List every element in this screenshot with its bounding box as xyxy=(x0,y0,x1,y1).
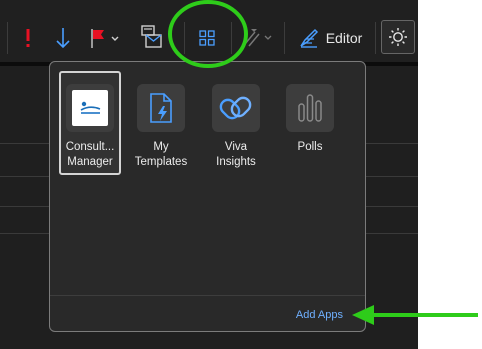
app-tile-my-templates[interactable]: My Templates xyxy=(130,71,192,175)
message-list-divider xyxy=(0,233,50,234)
message-list-divider xyxy=(366,206,418,207)
message-list-divider xyxy=(366,233,418,234)
flyout-divider xyxy=(50,295,365,296)
toolbar-separator xyxy=(284,22,285,54)
arrow-annotation xyxy=(352,305,478,325)
templates-icon xyxy=(137,84,185,132)
exclamation-icon xyxy=(26,29,30,47)
editor-pen-icon xyxy=(300,28,318,48)
send-to-onenote-button[interactable] xyxy=(138,22,164,52)
viva-insights-icon xyxy=(212,84,260,132)
app-tile-consultant-manager[interactable]: Consult... Manager xyxy=(59,71,121,175)
mail-tray-icon xyxy=(141,25,162,48)
consultant-manager-logo-icon xyxy=(66,84,114,132)
message-list-divider xyxy=(0,206,50,207)
app-label: Consult... Manager xyxy=(65,141,115,168)
toolbar-separator xyxy=(375,22,376,54)
highlight-circle-annotation xyxy=(168,0,248,68)
app-label: Polls xyxy=(297,141,323,153)
flag-button[interactable] xyxy=(86,24,122,52)
app-tile-viva-insights[interactable]: Viva Insights xyxy=(205,71,267,175)
toolbar-separator xyxy=(7,22,8,54)
chevron-down-icon xyxy=(111,36,119,41)
chevron-down-icon xyxy=(264,35,272,40)
down-arrow-icon xyxy=(56,28,70,49)
message-list-divider xyxy=(0,143,50,144)
apps-flyout: Consult... Manager My Templates Viva Ins… xyxy=(49,61,366,332)
message-list-divider xyxy=(366,176,418,177)
app-label: Viva Insights xyxy=(216,141,256,168)
editor-button[interactable]: Editor xyxy=(292,24,368,52)
message-list-divider xyxy=(0,176,50,177)
theme-toggle-button[interactable] xyxy=(381,20,415,54)
app-tile-polls[interactable]: Polls xyxy=(279,71,341,175)
editor-label: Editor xyxy=(325,30,363,46)
importance-high-button[interactable] xyxy=(16,24,40,52)
flag-icon xyxy=(91,29,119,48)
message-list-divider xyxy=(366,143,418,144)
sun-icon xyxy=(389,28,407,46)
polls-icon xyxy=(286,84,334,132)
importance-low-button[interactable] xyxy=(51,24,75,52)
app-label: My Templates xyxy=(134,141,188,168)
add-apps-link[interactable]: Add Apps xyxy=(296,309,343,321)
